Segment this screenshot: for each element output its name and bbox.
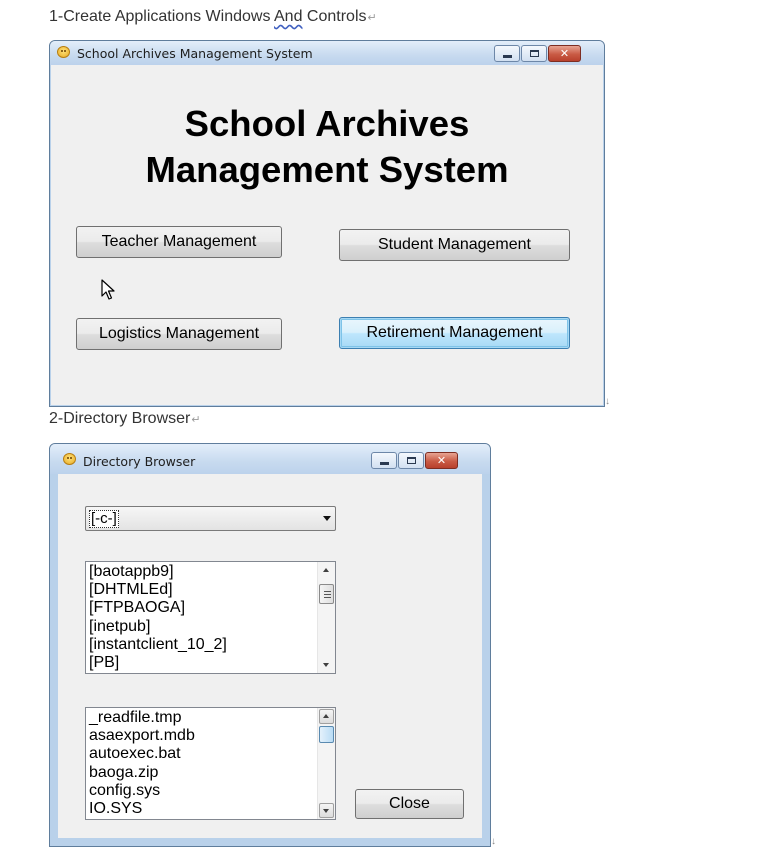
section-1-caption-start: 1-Create Applications Windows bbox=[49, 8, 274, 25]
main-heading-line-2: Management System bbox=[145, 149, 509, 190]
maximize-icon bbox=[530, 50, 539, 57]
main-heading-line-1: School Archives bbox=[184, 103, 470, 144]
minimize-button[interactable] bbox=[494, 45, 520, 62]
minimize-icon bbox=[503, 55, 512, 58]
arrow-up-icon bbox=[323, 568, 329, 572]
paragraph-mark: ↵ bbox=[367, 12, 377, 24]
directory-items: [baotappb9] [DHTMLEd] [FTPBAOGA] [inetpu… bbox=[89, 563, 315, 672]
file-item[interactable]: baoga.zip bbox=[89, 764, 315, 782]
scroll-down-button[interactable] bbox=[319, 803, 334, 818]
window-1-client: School Archives Management System Teache… bbox=[51, 65, 603, 405]
file-item[interactable]: _readfile.tmp bbox=[89, 709, 315, 727]
file-list[interactable]: _readfile.tmp asaexport.mdb autoexec.bat… bbox=[85, 707, 336, 820]
window-1-title: School Archives Management System bbox=[77, 46, 313, 61]
window-2-title: Directory Browser bbox=[83, 454, 196, 469]
window-2-titlebar[interactable]: Directory Browser ✕ bbox=[50, 444, 490, 474]
maximize-button[interactable] bbox=[521, 45, 547, 62]
drive-dropdown[interactable]: [-c-] bbox=[85, 506, 336, 531]
file-item[interactable]: asaexport.mdb bbox=[89, 727, 315, 745]
file-list-scrollbar[interactable] bbox=[317, 708, 335, 819]
close-window-button[interactable]: ✕ bbox=[425, 452, 458, 469]
drive-dropdown-value: [-c-] bbox=[89, 510, 119, 528]
paragraph-mark: ↵ bbox=[191, 414, 201, 426]
scroll-thumb[interactable] bbox=[319, 726, 334, 743]
close-button[interactable]: Close bbox=[355, 789, 464, 819]
break-mark-1: ↓ bbox=[605, 396, 610, 407]
section-1-caption-and: And bbox=[274, 8, 303, 25]
close-icon: ✕ bbox=[559, 47, 570, 60]
directory-browser-window: Directory Browser ✕ [-c-] [baotappb9] [D… bbox=[49, 443, 491, 847]
maximize-button[interactable] bbox=[398, 452, 424, 469]
section-1-caption: 1-Create Applications Windows And Contro… bbox=[49, 8, 377, 26]
break-mark-2: ↓ bbox=[491, 836, 496, 847]
arrow-down-icon bbox=[323, 663, 329, 667]
window-2-client: [-c-] [baotappb9] [DHTMLEd] [FTPBAOGA] [… bbox=[58, 474, 482, 838]
minimize-icon bbox=[380, 462, 389, 465]
file-item[interactable]: IO.SYS bbox=[89, 800, 315, 818]
file-item[interactable]: autoexec.bat bbox=[89, 745, 315, 763]
arrow-down-icon bbox=[323, 809, 329, 813]
scroll-up-button[interactable] bbox=[319, 563, 334, 578]
section-1-caption-end: Controls bbox=[302, 8, 367, 25]
arrow-up-icon bbox=[323, 714, 329, 718]
teacher-management-button[interactable]: Teacher Management bbox=[76, 226, 282, 258]
section-2-caption-text: 2-Directory Browser bbox=[49, 410, 191, 427]
grip-icon bbox=[324, 594, 331, 595]
directory-list[interactable]: [baotappb9] [DHTMLEd] [FTPBAOGA] [inetpu… bbox=[85, 561, 336, 674]
chevron-down-icon[interactable] bbox=[323, 516, 331, 521]
directory-item[interactable]: [FTPBAOGA] bbox=[89, 599, 315, 617]
file-item[interactable]: config.sys bbox=[89, 782, 315, 800]
scroll-up-button[interactable] bbox=[319, 709, 334, 724]
retirement-management-button[interactable]: Retirement Management bbox=[339, 317, 570, 349]
grip-icon bbox=[324, 597, 331, 598]
logistics-management-button[interactable]: Logistics Management bbox=[76, 318, 282, 350]
directory-item[interactable]: [baotappb9] bbox=[89, 563, 315, 581]
grip-icon bbox=[324, 591, 331, 592]
file-items: _readfile.tmp asaexport.mdb autoexec.bat… bbox=[89, 709, 315, 818]
scroll-thumb[interactable] bbox=[319, 584, 334, 604]
directory-item[interactable]: [PB] bbox=[89, 654, 315, 672]
school-archives-window: School Archives Management System ✕ Scho… bbox=[49, 40, 605, 407]
window-1-titlebar[interactable]: School Archives Management System ✕ bbox=[50, 41, 604, 65]
student-management-button[interactable]: Student Management bbox=[339, 229, 570, 261]
main-heading: School Archives Management System bbox=[51, 101, 603, 193]
close-icon: ✕ bbox=[436, 454, 447, 467]
directory-item[interactable]: [DHTMLEd] bbox=[89, 581, 315, 599]
directory-item[interactable]: [inetpub] bbox=[89, 618, 315, 636]
scroll-down-button[interactable] bbox=[319, 657, 334, 672]
app-icon bbox=[63, 453, 76, 465]
close-window-button[interactable]: ✕ bbox=[548, 45, 581, 62]
section-2-caption: 2-Directory Browser↵ bbox=[49, 410, 201, 428]
minimize-button[interactable] bbox=[371, 452, 397, 469]
maximize-icon bbox=[407, 457, 416, 464]
app-icon bbox=[57, 46, 70, 58]
mouse-pointer-icon bbox=[101, 279, 115, 300]
directory-item[interactable]: [instantclient_10_2] bbox=[89, 636, 315, 654]
directory-list-scrollbar[interactable] bbox=[317, 562, 335, 673]
